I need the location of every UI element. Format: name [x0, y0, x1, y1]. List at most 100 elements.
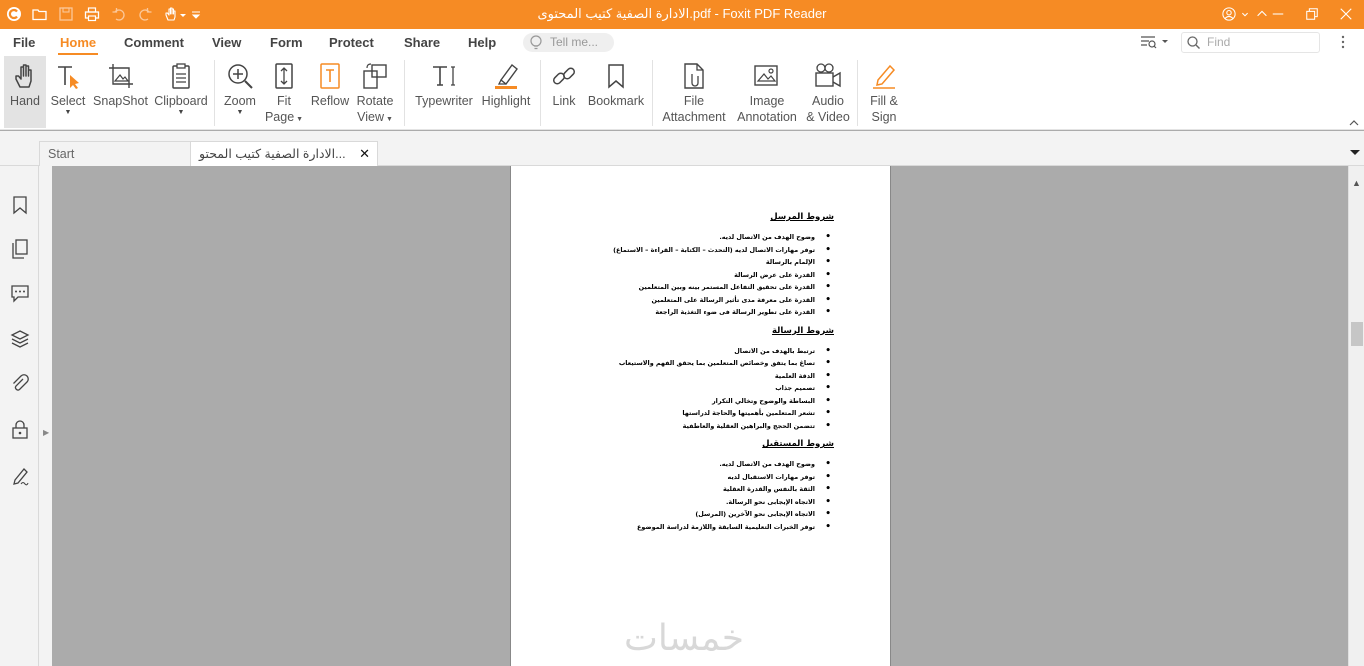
audio-video-label-2: & Video: [806, 110, 850, 124]
find-input[interactable]: Find: [1181, 32, 1320, 53]
list-item: ترتبط بالهدف من الاتصال: [601, 345, 834, 358]
more-options-icon[interactable]: [1338, 34, 1348, 50]
tab-current-document[interactable]: الادارة الصفية كتيب المحتو... ✕: [190, 141, 378, 166]
layers-panel-icon[interactable]: [10, 329, 30, 349]
zoom-button[interactable]: Zoom ▼: [220, 56, 260, 128]
fit-label-2: Page: [264, 110, 295, 124]
reflow-label: Reflow: [310, 94, 350, 108]
file-attachment-icon: [680, 62, 708, 90]
list-item: الاتجاه الإيجابى نحو الرسالة.: [601, 496, 834, 509]
panel-expand-strip[interactable]: ▶: [39, 166, 52, 666]
tab-file[interactable]: File: [13, 35, 35, 50]
ribbon-separator: [404, 60, 405, 126]
fill-sign-icon: [870, 62, 898, 90]
typewriter-label: Typewriter: [415, 94, 473, 108]
close-tab-icon[interactable]: ✕: [359, 142, 370, 166]
list-item: الدقة العلمية: [601, 370, 834, 383]
minimize-icon[interactable]: [1268, 4, 1288, 24]
window-title: الادارة الصفية كتيب المحتوى.pdf - Foxit …: [537, 6, 827, 21]
tell-me-box[interactable]: Tell me...: [523, 33, 614, 52]
tab-list-dropdown-icon[interactable]: [1349, 145, 1361, 155]
menu-bar: File Home Comment View Form Protect Shar…: [0, 29, 1364, 56]
file-attachment-label-2: Attachment: [662, 110, 726, 124]
snapshot-button[interactable]: SnapShot: [92, 56, 149, 128]
rotate-view-icon: [361, 62, 389, 90]
scroll-up-icon[interactable]: ▲: [1352, 178, 1361, 188]
list-item: البساطة والوضوح وتخالي التكرار: [601, 395, 834, 408]
clipboard-dropdown-icon[interactable]: ▼: [153, 109, 209, 117]
image-annotation-label-1: Image: [749, 94, 785, 108]
tell-me-placeholder: Tell me...: [550, 35, 599, 49]
fit-page-button[interactable]: Fit Page ▼: [264, 56, 304, 128]
signature-panel-icon[interactable]: [10, 466, 30, 486]
audio-video-icon: [814, 62, 842, 90]
rotate-view-button[interactable]: Rotate View ▼: [354, 56, 396, 128]
bullet-list: وضوح الهدف من الاتصال لديه. توفر مهارات …: [601, 458, 834, 533]
restore-icon[interactable]: [1302, 4, 1322, 24]
section-heading: شروط المرسل: [770, 212, 834, 222]
bullet-list: ترتبط بالهدف من الاتصال تصاغ بما يتفق وخ…: [601, 345, 834, 433]
link-button[interactable]: Link: [546, 56, 582, 128]
scrollbar-thumb[interactable]: [1351, 322, 1363, 346]
clipboard-button[interactable]: Clipboard ▼: [153, 56, 209, 128]
image-annotation-icon: [753, 62, 781, 90]
highlight-button[interactable]: Highlight: [479, 56, 533, 128]
select-tool-button[interactable]: Select ▼: [48, 56, 88, 128]
close-icon[interactable]: [1336, 4, 1356, 24]
select-dropdown-icon[interactable]: ▼: [48, 109, 88, 117]
security-panel-icon[interactable]: [10, 419, 30, 439]
ribbon-separator: [652, 60, 653, 126]
snapshot-label: SnapShot: [93, 94, 148, 108]
typewriter-button[interactable]: Typewriter: [412, 56, 476, 128]
highlight-icon: [492, 62, 520, 90]
bookmark-button[interactable]: Bookmark: [586, 56, 646, 128]
section-heading: شروط المستقبل: [762, 439, 834, 449]
link-label: Link: [552, 94, 576, 108]
ribbon-separator: [857, 60, 858, 126]
typewriter-icon: [430, 62, 458, 90]
pages-panel-icon[interactable]: [10, 239, 30, 259]
bookmark-panel-icon[interactable]: [10, 195, 30, 215]
list-item: القدرة على تحقيق التفاعل المستمر بينه وب…: [601, 281, 834, 294]
expand-panel-icon[interactable]: ▶: [43, 428, 49, 437]
tab-form[interactable]: Form: [270, 35, 303, 50]
tab-start[interactable]: Start: [39, 141, 191, 166]
list-item: تصميم جذاب: [601, 382, 834, 395]
tab-start-label: Start: [48, 147, 75, 161]
file-attachment-label-1: File: [683, 94, 705, 108]
ribbon-separator: [214, 60, 215, 126]
hand-label: Hand: [10, 94, 40, 108]
tab-share[interactable]: Share: [404, 35, 440, 50]
audio-video-button[interactable]: Audio & Video: [806, 56, 850, 128]
title-bar: الادارة الصفية كتيب المحتوى.pdf - Foxit …: [0, 0, 1364, 29]
tab-view[interactable]: View: [212, 35, 241, 50]
tab-comment[interactable]: Comment: [124, 35, 184, 50]
list-item: توفر مهارات الاتصال لديه (التحدث – الكتا…: [601, 244, 834, 257]
search-icon: [1187, 36, 1200, 49]
view-mode-icon[interactable]: [1140, 34, 1170, 50]
bullet-list: وضوح الهدف من الاتصال لديه. توفر مهارات …: [601, 231, 834, 319]
account-icon[interactable]: [1218, 4, 1240, 24]
comments-panel-icon[interactable]: [10, 283, 30, 303]
bookmark-icon: [602, 62, 630, 90]
image-annotation-button[interactable]: Image Annotation: [734, 56, 800, 128]
document-tab-bar: Start الادارة الصفية كتيب المحتو... ✕: [0, 131, 1364, 166]
reflow-button[interactable]: Reflow: [309, 56, 351, 128]
fill-sign-label-2: Sign: [871, 110, 897, 124]
list-item: وضوح الهدف من الاتصال لديه.: [601, 458, 834, 471]
bookmark-label: Bookmark: [587, 94, 645, 108]
tab-help[interactable]: Help: [468, 35, 496, 50]
page-content: شروط المرسل وضوح الهدف من الاتصال لديه. …: [601, 211, 834, 539]
hand-tool-button[interactable]: Hand: [4, 56, 46, 128]
list-item: تشعر المتعلمين بأهميتها والحاجة لدراستها: [601, 407, 834, 420]
vertical-scrollbar[interactable]: ▲: [1348, 166, 1364, 666]
tab-home[interactable]: Home: [57, 35, 99, 55]
zoom-dropdown-icon[interactable]: ▼: [220, 109, 260, 117]
file-attachment-button[interactable]: File Attachment: [659, 56, 729, 128]
tab-protect[interactable]: Protect: [329, 35, 374, 50]
fill-sign-button[interactable]: Fill & Sign: [864, 56, 904, 128]
account-dropdown-icon[interactable]: [1239, 4, 1251, 24]
attachments-panel-icon[interactable]: [10, 373, 30, 393]
collapse-ribbon-icon[interactable]: [1348, 116, 1360, 126]
tab-current-label: الادارة الصفية كتيب المحتو...: [199, 147, 346, 161]
